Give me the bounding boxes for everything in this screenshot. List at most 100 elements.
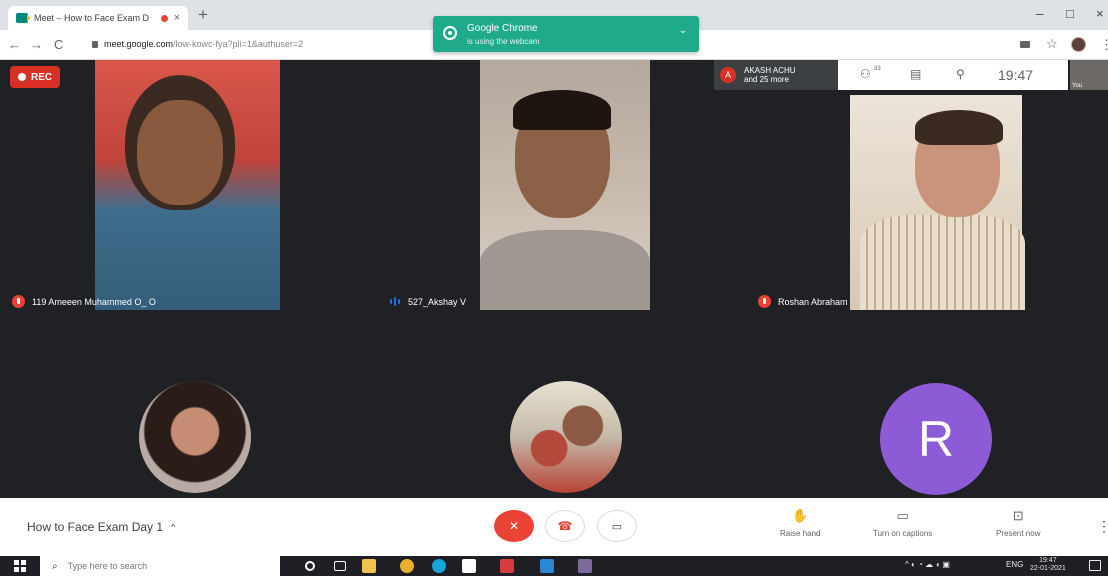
hang-up-icon: ☎	[557, 519, 573, 533]
participant-avatar-letter[interactable]: R	[880, 383, 992, 495]
windows-start-icon[interactable]	[14, 560, 26, 572]
chevron-down-icon[interactable]: ⌄	[679, 25, 687, 36]
participant-avatar-photo[interactable]	[510, 381, 622, 493]
lock-icon	[92, 41, 98, 49]
taskbar-clock[interactable]: 19:47 22-01-2021	[1030, 557, 1066, 573]
mail-icon[interactable]	[540, 559, 554, 573]
captions-icon: ▭	[896, 508, 909, 523]
cortana-icon[interactable]	[305, 561, 315, 571]
presenter-chip[interactable]: A AKASH ACHU and 25 more	[714, 60, 838, 90]
file-explorer-icon[interactable]	[362, 559, 376, 573]
participant-video-3[interactable]	[850, 95, 1025, 310]
presenter-names: AKASH ACHU and 25 more	[744, 66, 796, 84]
presenter-avatar: A	[720, 67, 736, 83]
participant-name-1: 119 Ameeen Muhammed O_ O	[12, 295, 156, 308]
rec-label: REC	[31, 71, 53, 83]
taskbar-search-box[interactable]: ⌕ Type here to search	[40, 556, 280, 576]
participant-hair	[513, 90, 611, 130]
minimize-button[interactable]: –	[1036, 6, 1043, 21]
activities-icon[interactable]: ⚲	[956, 67, 965, 81]
chrome-icon[interactable]	[400, 559, 414, 573]
input-language[interactable]: ENG	[1006, 560, 1023, 569]
task-view-icon[interactable]	[334, 561, 346, 571]
bookmark-star-icon[interactable]: ☆	[1046, 36, 1058, 52]
participant-avatar-photo[interactable]	[139, 381, 251, 493]
screen: Meet – How to Face Exam D × + – □ × ← → …	[0, 0, 1108, 576]
participant-shirt	[480, 230, 650, 310]
captions-button[interactable]: ▭ Turn on captions	[873, 508, 932, 538]
present-now-button[interactable]: ⊡ Present now	[996, 508, 1040, 538]
tab-close-button[interactable]: ×	[174, 12, 180, 24]
app-icon[interactable]	[578, 559, 592, 573]
clock-date: 22-01-2021	[1030, 565, 1066, 572]
notification-message: is using the webcam	[467, 37, 540, 46]
presenter-more: and 25 more	[744, 75, 789, 84]
recording-indicator-icon	[160, 14, 168, 22]
participant-hair	[915, 110, 1003, 145]
mic-off-icon	[758, 295, 771, 308]
raise-hand-button[interactable]: ✋ Raise hand	[780, 508, 820, 538]
participant-video-2[interactable]	[480, 60, 650, 310]
back-button[interactable]: ←	[8, 37, 21, 52]
mic-toggle-button[interactable]: ✕	[494, 510, 534, 542]
self-view[interactable]: You	[1070, 60, 1108, 90]
notification-center-icon[interactable]	[1089, 560, 1101, 571]
notification-title: Google Chrome	[467, 23, 538, 34]
participant-shirt	[860, 215, 1025, 310]
participant-face	[137, 100, 223, 205]
browser-tab[interactable]: Meet – How to Face Exam D ×	[8, 6, 188, 30]
meeting-details-toggle[interactable]: How to Face Exam Day 1 ^	[27, 520, 175, 534]
recording-badge: REC	[10, 66, 61, 88]
search-placeholder: Type here to search	[67, 561, 148, 571]
tab-title: Meet – How to Face Exam D	[34, 13, 150, 23]
people-icon[interactable]: ⚇	[860, 67, 871, 81]
meeting-clock: 19:47	[998, 67, 1034, 83]
webcam-icon	[443, 26, 457, 40]
participant-label: 527_Akshay V	[408, 296, 467, 307]
maximize-button[interactable]: □	[1066, 6, 1074, 21]
window-close-button[interactable]: ×	[1096, 6, 1104, 21]
system-tray-icons[interactable]: ^ ◐ ◔ ☁ ◖ ▣	[905, 560, 950, 569]
camera-in-use-icon[interactable]	[1020, 41, 1030, 48]
people-count: 33	[874, 66, 881, 72]
chat-icon[interactable]: ▤	[910, 67, 921, 81]
meeting-info-bar: ⚇ 33 ▤ ⚲ 19:47	[838, 60, 1068, 90]
leave-call-button[interactable]: ☎	[545, 510, 585, 542]
browser-menu-button[interactable]: ⋮	[1100, 37, 1108, 53]
address-bar[interactable]: meet.google.com/low-kowc-fya?pli=1&authu…	[92, 39, 303, 49]
participant-name-2: 527_Akshay V	[388, 295, 466, 308]
speaking-indicator-icon	[388, 295, 401, 308]
meet-control-bar: How to Face Exam Day 1 ^ ✕ ☎ ▭ ✋ Raise h…	[0, 498, 1108, 556]
app-icon[interactable]	[500, 559, 514, 573]
webcam-notification[interactable]: Google Chrome is using the webcam ⌄	[433, 16, 699, 52]
chevron-up-icon: ^	[171, 522, 176, 532]
participant-label: Roshan Abraham	[778, 296, 848, 307]
store-icon[interactable]	[462, 559, 476, 573]
present-screen-icon: ⊡	[1012, 508, 1024, 523]
edge-icon[interactable]	[432, 559, 446, 573]
meeting-title: How to Face Exam Day 1	[27, 520, 164, 534]
participant-video-1[interactable]	[95, 60, 280, 310]
raise-hand-label: Raise hand	[780, 529, 821, 538]
forward-button[interactable]: →	[30, 37, 43, 52]
search-icon: ⌕	[52, 560, 58, 572]
mic-off-icon: ✕	[508, 519, 520, 533]
profile-avatar[interactable]	[1071, 37, 1086, 52]
meet-favicon-icon	[16, 13, 31, 23]
present-now-label: Present now	[996, 529, 1041, 538]
mic-off-icon	[12, 295, 25, 308]
presenter-name: AKASH ACHU	[744, 66, 796, 75]
reload-button[interactable]: C	[54, 37, 63, 52]
clock-time: 19:47	[1039, 557, 1057, 564]
self-view-label: You	[1072, 83, 1083, 89]
url-path: /low-kowc-fya?pli=1&authuser=2	[173, 39, 304, 49]
participant-label: 119 Ameeen Muhammed O_ O	[32, 296, 156, 307]
meet-grid: REC 119 Ameeen Muhammed O_ O 527_Akshay …	[0, 60, 1108, 498]
camera-toggle-button[interactable]: ▭	[597, 510, 637, 542]
participant-name-3: Roshan Abraham	[758, 295, 848, 308]
rec-dot-icon	[18, 73, 26, 81]
video-camera-icon: ▭	[611, 520, 623, 533]
more-options-button[interactable]: ⋮	[1097, 518, 1108, 535]
new-tab-button[interactable]: +	[198, 5, 208, 25]
captions-label: Turn on captions	[873, 529, 933, 538]
